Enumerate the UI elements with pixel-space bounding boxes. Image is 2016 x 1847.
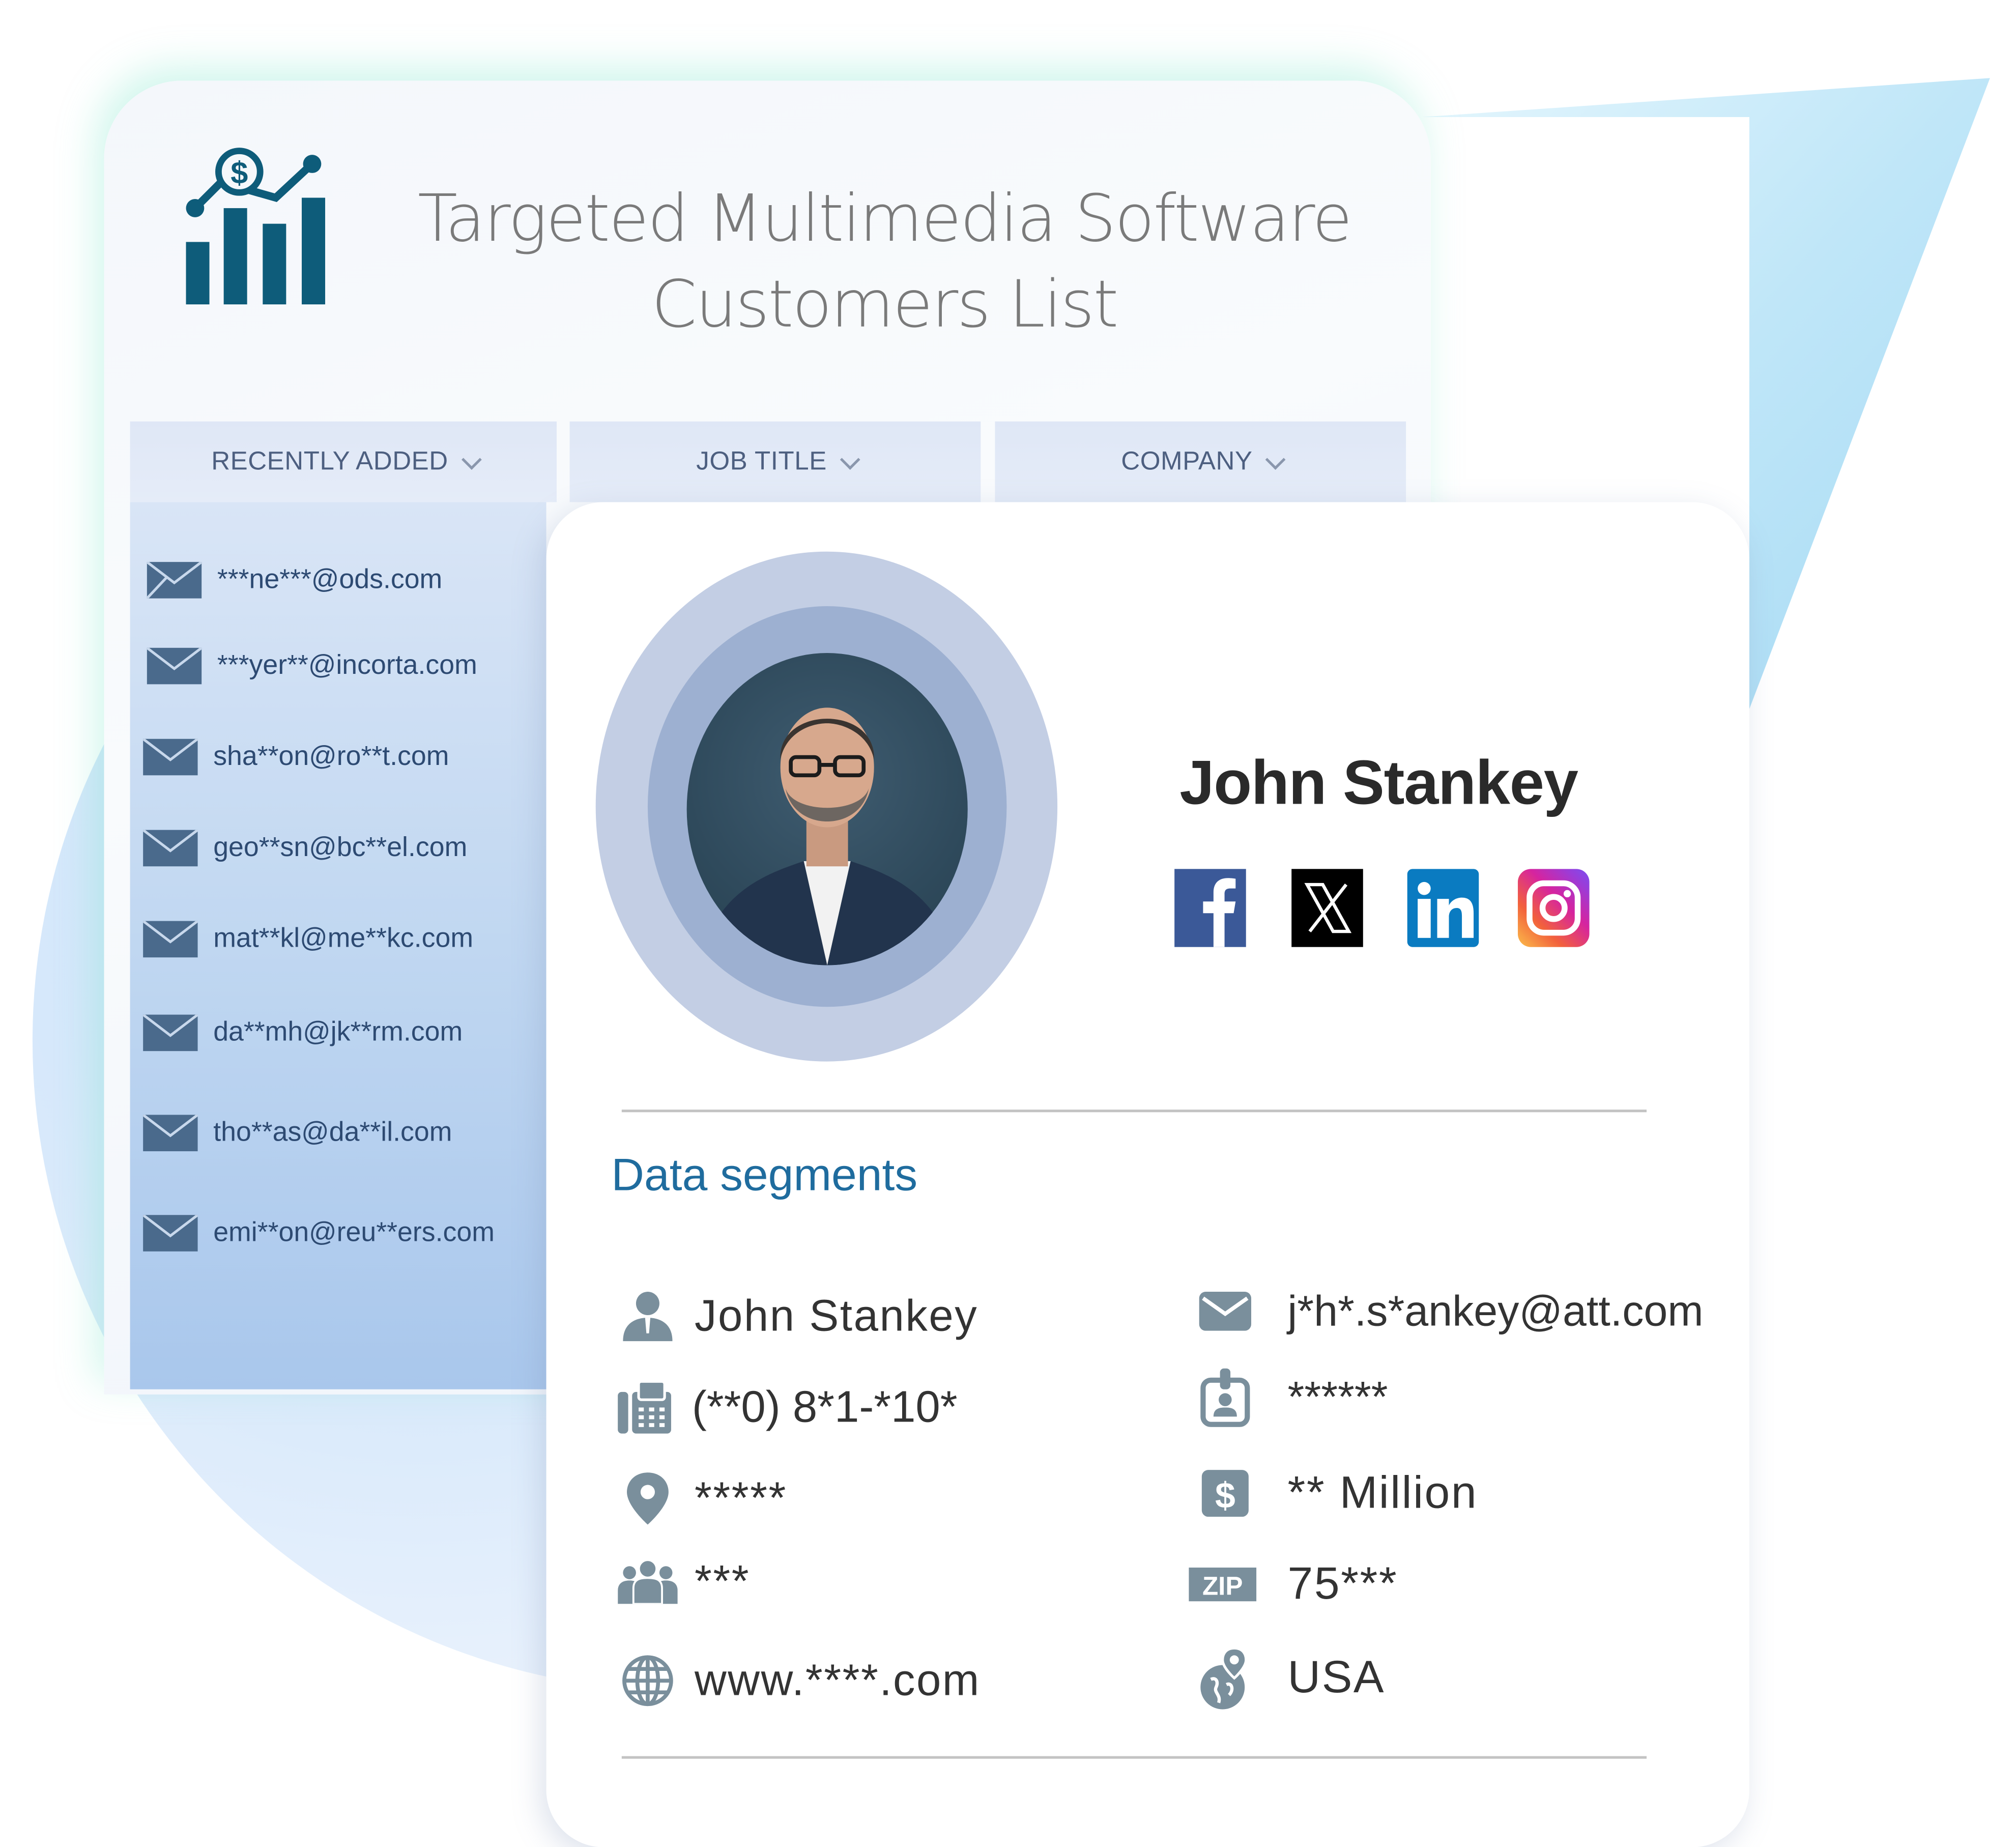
id-badge-icon bbox=[1194, 1366, 1256, 1429]
email-text: emi**on@reu**ers.com bbox=[213, 1217, 495, 1248]
segment-value: ***** bbox=[694, 1473, 787, 1523]
facebook-icon[interactable] bbox=[1174, 869, 1246, 947]
globe-icon bbox=[617, 1650, 679, 1712]
zip-icon: ZIP bbox=[1189, 1553, 1257, 1616]
list-item[interactable]: ***ne***@ods.com bbox=[147, 562, 442, 599]
envelope-icon bbox=[143, 1115, 198, 1151]
envelope-icon bbox=[143, 830, 198, 867]
envelope-icon bbox=[147, 562, 202, 599]
segment-revenue: $ ** Million bbox=[1194, 1462, 1478, 1525]
segment-employees: *** bbox=[617, 1551, 751, 1613]
globe-pin-icon bbox=[1194, 1646, 1256, 1710]
email-text: ***ne***@ods.com bbox=[217, 564, 443, 595]
email-text: da**mh@jk**rm.com bbox=[213, 1017, 463, 1047]
segment-value: www.****.com bbox=[694, 1655, 981, 1705]
segment-location: ***** bbox=[617, 1467, 787, 1530]
divider bbox=[621, 1756, 1647, 1759]
email-text: geo**sn@bc**el.com bbox=[213, 832, 468, 863]
email-list: ***ne***@ods.com ***yer**@incorta.com sh… bbox=[130, 502, 546, 1389]
location-pin-icon bbox=[617, 1467, 679, 1530]
segment-value: *** bbox=[694, 1556, 751, 1606]
list-item[interactable]: emi**on@reu**ers.com bbox=[143, 1215, 495, 1252]
svg-text:$: $ bbox=[231, 155, 248, 190]
segment-value: ****** bbox=[1287, 1372, 1388, 1421]
svg-text:$: $ bbox=[1215, 1475, 1235, 1516]
tab-label: JOB TITLE bbox=[696, 446, 827, 476]
phone-fax-icon bbox=[614, 1376, 676, 1439]
envelope-icon bbox=[143, 1215, 198, 1252]
segment-email: j*h*.s*ankey@att.com bbox=[1194, 1280, 1704, 1343]
segment-value: j*h*.s*ankey@att.com bbox=[1287, 1286, 1704, 1335]
envelope-icon bbox=[147, 647, 202, 685]
list-item[interactable]: ***yer**@incorta.com bbox=[147, 647, 477, 685]
linkedin-icon[interactable] bbox=[1407, 869, 1479, 947]
page-title: Targeted Multimedia Software Customers L… bbox=[390, 176, 1379, 347]
segment-website: www.****.com bbox=[617, 1650, 981, 1712]
divider bbox=[621, 1110, 1647, 1113]
list-item[interactable]: da**mh@jk**rm.com bbox=[143, 1014, 463, 1052]
svg-text:ZIP: ZIP bbox=[1202, 1572, 1243, 1601]
x-icon[interactable] bbox=[1291, 869, 1363, 947]
list-item[interactable]: tho**as@da**il.com bbox=[143, 1115, 452, 1151]
title-line-2: Customers List bbox=[651, 266, 1118, 343]
chevron-down-icon bbox=[840, 449, 860, 469]
envelope-icon bbox=[143, 921, 198, 958]
dollar-icon: $ bbox=[1194, 1462, 1256, 1525]
email-text: mat**kl@me**kc.com bbox=[213, 923, 474, 954]
tab-job-title[interactable]: JOB TITLE bbox=[569, 421, 981, 502]
section-title-data-segments: Data segments bbox=[611, 1150, 918, 1201]
segment-value: John Stankey bbox=[694, 1291, 978, 1341]
chevron-down-icon bbox=[460, 449, 481, 469]
tab-company[interactable]: COMPANY bbox=[995, 421, 1406, 502]
segment-phone: (**0) 8*1-*10* bbox=[614, 1376, 958, 1439]
segment-name: John Stankey bbox=[617, 1285, 978, 1348]
stage: $ Targeted Multimedia Software Customers… bbox=[0, 0, 2016, 1847]
chart-growth-dollar-icon: $ bbox=[186, 148, 326, 305]
tab-recently-added[interactable]: RECENTLY ADDED bbox=[130, 421, 557, 502]
tab-label: RECENTLY ADDED bbox=[211, 446, 448, 476]
email-text: ***yer**@incorta.com bbox=[217, 650, 477, 680]
chevron-down-icon bbox=[1265, 449, 1286, 469]
segment-value: USA bbox=[1287, 1652, 1386, 1703]
segment-country: USA bbox=[1194, 1646, 1386, 1710]
segment-zip: ZIP 75*** bbox=[1189, 1553, 1398, 1616]
instagram-icon[interactable] bbox=[1517, 869, 1590, 947]
email-text: tho**as@da**il.com bbox=[213, 1117, 452, 1148]
title-line-1: Targeted Multimedia Software bbox=[417, 181, 1352, 257]
segment-value: (**0) 8*1-*10* bbox=[692, 1382, 958, 1432]
segment-value: 75*** bbox=[1287, 1558, 1398, 1609]
person-icon bbox=[617, 1285, 679, 1348]
avatar bbox=[686, 653, 968, 965]
envelope-icon bbox=[143, 738, 198, 776]
profile-name: John Stankey bbox=[1179, 749, 1578, 818]
segment-job-title: ****** bbox=[1194, 1366, 1388, 1429]
list-item[interactable]: mat**kl@me**kc.com bbox=[143, 921, 473, 958]
envelope-icon bbox=[1194, 1280, 1256, 1343]
list-item[interactable]: sha**on@ro**t.com bbox=[143, 738, 449, 776]
envelope-icon bbox=[143, 1014, 198, 1052]
tab-label: COMPANY bbox=[1121, 446, 1253, 476]
portrait-photo bbox=[700, 707, 955, 965]
segment-value: ** Million bbox=[1287, 1467, 1478, 1518]
list-item[interactable]: geo**sn@bc**el.com bbox=[143, 830, 467, 867]
email-text: sha**on@ro**t.com bbox=[213, 741, 449, 772]
group-icon bbox=[617, 1551, 679, 1613]
